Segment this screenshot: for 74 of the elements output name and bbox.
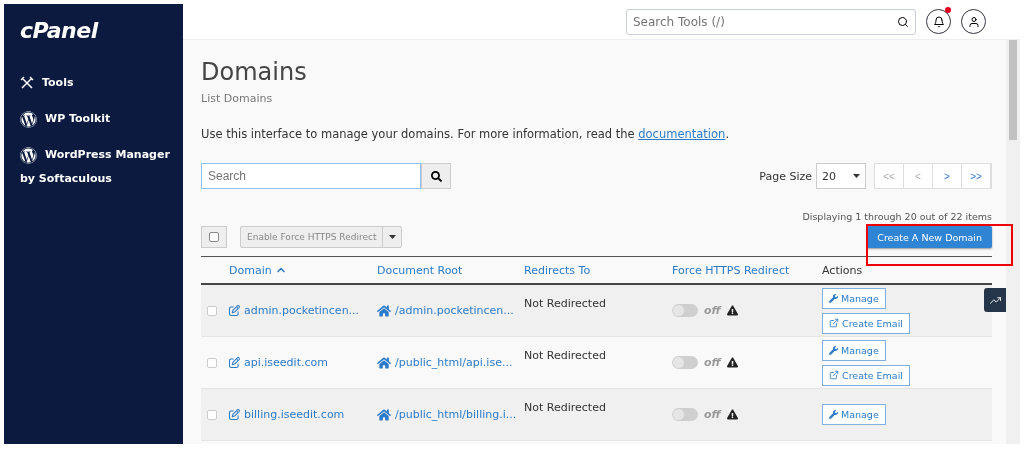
redirect-status: Not Redirected	[524, 401, 607, 414]
search-icon	[430, 170, 442, 182]
items-count: Displaying 1 through 20 out of 22 items	[802, 211, 992, 222]
warning-icon	[726, 357, 738, 368]
external-edit-icon	[229, 357, 240, 368]
external-edit-icon	[229, 305, 240, 316]
toggle-state: off	[704, 356, 721, 369]
action-button[interactable]: Create Email	[822, 364, 910, 386]
https-toggle[interactable]	[672, 408, 698, 421]
search-field[interactable]: Search	[201, 163, 421, 189]
wrench-icon	[829, 293, 838, 303]
crossed-tools-icon	[20, 76, 34, 90]
search-tools-field[interactable]: Search Tools (/)	[626, 8, 916, 35]
stats-button[interactable]	[984, 288, 1006, 312]
wrench-icon	[829, 345, 838, 355]
scrollbar-thumb[interactable]	[1009, 40, 1017, 140]
action-button[interactable]: Create Email	[822, 312, 910, 334]
chart-icon	[989, 294, 1001, 306]
sidebar-item[interactable]: Tools	[20, 71, 177, 95]
row-checkbox[interactable]	[207, 305, 217, 316]
page-size-select[interactable]: 20	[816, 163, 866, 189]
warning-icon	[726, 305, 738, 316]
home-icon	[377, 355, 391, 370]
home-icon	[377, 303, 391, 318]
action-button[interactable]: Manage	[822, 339, 886, 361]
toggle-state: off	[704, 408, 721, 421]
user-icon	[967, 15, 980, 28]
search-button[interactable]	[421, 163, 451, 189]
redirect-status: Not Redirected	[524, 297, 607, 310]
column-header[interactable]: Document Root	[377, 263, 524, 277]
action-button[interactable]: Manage	[822, 287, 886, 309]
sidebar-item[interactable]: WordPress Manager by Softaculous	[20, 143, 177, 191]
select-all-button[interactable]	[201, 226, 227, 248]
page-subtitle: List Domains	[201, 92, 274, 105]
document-root-link[interactable]: /admin.pocketincen...	[377, 303, 524, 318]
domain-link[interactable]: api.iseedit.com	[229, 356, 377, 369]
column-header[interactable]: Redirects To	[524, 263, 672, 277]
document-root-link[interactable]: /public_html/api.ise...	[377, 355, 524, 370]
row-checkbox[interactable]	[207, 409, 217, 420]
domain-link[interactable]: admin.pocketincen...	[229, 304, 377, 317]
pager-button[interactable]: >>	[962, 164, 991, 188]
wordpress-icon	[20, 110, 37, 128]
action-button[interactable]: Manage	[822, 404, 886, 425]
column-header[interactable]: Force HTTPS Redirect	[672, 263, 822, 277]
wordpress-icon	[20, 146, 37, 164]
user-button[interactable]	[961, 9, 986, 34]
sidebar-item[interactable]: WP Toolkit	[20, 107, 177, 131]
external-edit-icon	[229, 409, 240, 420]
wrench-icon	[829, 410, 838, 419]
caret-icon	[853, 174, 860, 178]
page-title: Domains	[201, 58, 308, 86]
external-link-icon	[829, 370, 839, 380]
home-icon	[377, 407, 391, 422]
column-header: Actions	[822, 263, 864, 277]
page-description: Use this interface to manage your domains. For more information, read the documentation.	[201, 127, 731, 141]
toggle-state: off	[704, 304, 721, 317]
pager-button[interactable]: >	[933, 164, 962, 188]
column-header[interactable]: Domain	[229, 263, 377, 277]
bell-icon	[932, 15, 945, 28]
domain-link[interactable]: billing.iseedit.com	[229, 408, 377, 421]
notifications-button[interactable]	[926, 9, 951, 34]
create-domain-button[interactable]: Create A New Domain	[867, 226, 992, 248]
https-toggle[interactable]	[672, 356, 698, 369]
page-size-label: Page Size	[759, 169, 812, 183]
document-root-link[interactable]: /public_html/billing.i...	[377, 407, 524, 422]
redirect-status: Not Redirected	[524, 349, 607, 362]
external-link-icon	[829, 318, 839, 328]
https-toggle[interactable]	[672, 304, 698, 317]
caret-icon	[388, 235, 396, 239]
search-icon	[897, 15, 909, 28]
warning-icon	[726, 409, 738, 420]
row-checkbox[interactable]	[207, 357, 217, 368]
select-all-checkbox[interactable]	[209, 232, 219, 242]
cpanel-logo: cPanel	[20, 18, 100, 43]
